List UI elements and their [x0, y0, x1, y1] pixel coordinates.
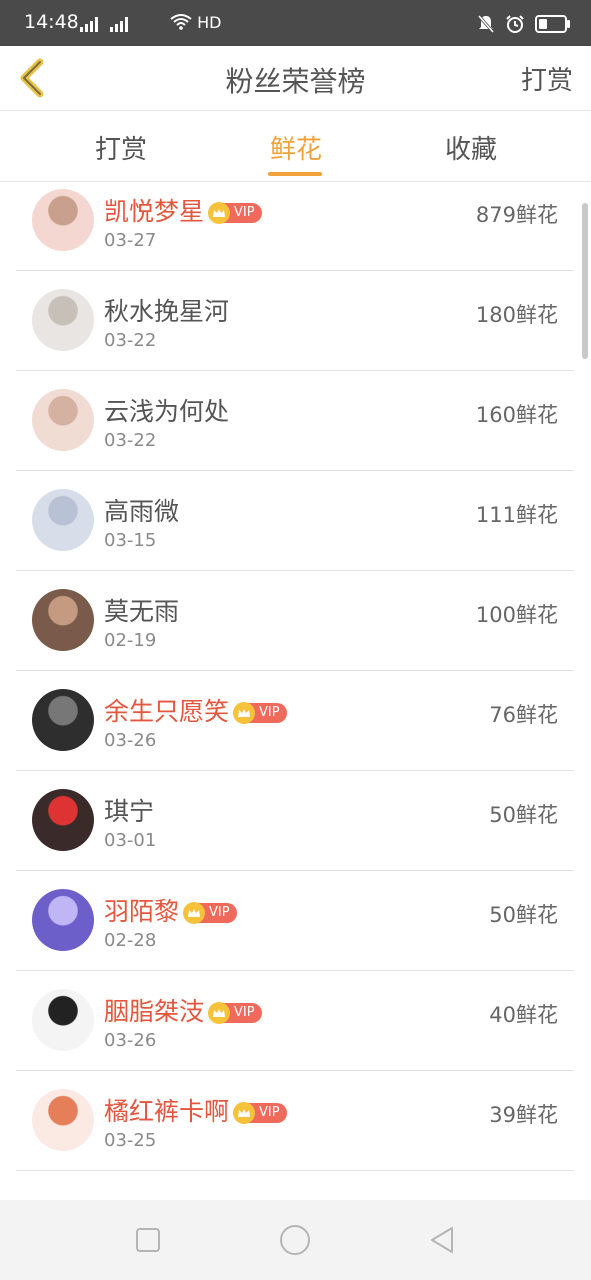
fan-date: 03-26	[104, 730, 157, 751]
fan-name-text: 秋水挽星河	[104, 297, 230, 326]
avatar[interactable]	[32, 389, 94, 451]
status-bar: 14:48 HD	[0, 0, 591, 46]
active-tab-indicator	[268, 172, 322, 176]
alarm-icon	[506, 15, 524, 33]
list-item[interactable]: 琪宁 03-01 50鲜花	[16, 770, 574, 871]
avatar[interactable]	[32, 989, 94, 1051]
fan-name: 琪宁	[104, 792, 154, 828]
fan-date: 03-01	[104, 830, 157, 851]
status-right-icons	[477, 14, 570, 34]
avatar[interactable]	[32, 589, 94, 651]
crown-icon	[208, 1002, 231, 1024]
fan-name: 胭脂桀汥 VIP	[104, 992, 262, 1028]
navigation-bar	[0, 1200, 591, 1280]
tab-favorites[interactable]: 收藏	[445, 129, 497, 166]
flower-count: 40鲜花	[489, 1003, 558, 1027]
fan-date: 02-19	[104, 630, 157, 651]
vip-badge: VIP	[208, 1002, 262, 1024]
list-item[interactable]: 秋水挽星河 03-22 180鲜花	[16, 270, 574, 371]
fan-date: 03-22	[104, 430, 157, 451]
list-item[interactable]: 余生只愿笑 VIP 03-26 76鲜花	[16, 670, 574, 771]
signal-icon	[80, 16, 98, 32]
flower-count: 160鲜花	[475, 403, 558, 427]
avatar[interactable]	[32, 189, 94, 251]
signal-icons	[80, 16, 128, 32]
flower-count: 180鲜花	[475, 303, 558, 327]
wifi-icon	[170, 14, 192, 30]
back-nav-button[interactable]	[424, 1222, 460, 1258]
fan-date: 03-15	[104, 530, 157, 551]
fan-date: 02-28	[104, 930, 157, 951]
square-icon	[136, 1228, 160, 1252]
fan-name-text: 橘红裤卡啊	[104, 1097, 230, 1126]
flower-count: 76鲜花	[489, 703, 558, 727]
list-item[interactable]: 胭脂桀汥 VIP 03-26 40鲜花	[16, 970, 574, 1071]
home-button[interactable]	[277, 1222, 313, 1258]
scrollbar[interactable]	[582, 203, 588, 359]
list-item[interactable]: 羽陌黎 VIP 02-28 50鲜花	[16, 870, 574, 971]
fan-name: 余生只愿笑 VIP	[104, 692, 287, 728]
signal-icon	[110, 16, 128, 32]
vip-badge: VIP	[233, 1102, 287, 1124]
avatar[interactable]	[32, 289, 94, 351]
flower-count: 111鲜花	[475, 503, 558, 527]
flower-count: 879鲜花	[475, 203, 558, 227]
fan-name-text: 胭脂桀汥	[104, 997, 205, 1026]
fan-name-text: 云浅为何处	[104, 397, 230, 426]
fan-date: 03-27	[104, 230, 157, 251]
vip-badge: VIP	[183, 902, 237, 924]
fan-name: 云浅为何处	[104, 392, 229, 428]
tab-flowers[interactable]: 鲜花	[270, 129, 322, 166]
list-item[interactable]: 云浅为何处 03-22 160鲜花	[16, 370, 574, 471]
bell-muted-icon	[477, 15, 495, 33]
reward-button[interactable]: 打赏	[521, 60, 573, 97]
fan-date: 03-22	[104, 330, 157, 351]
avatar[interactable]	[32, 889, 94, 951]
fan-name: 凯悦梦星 VIP	[104, 192, 262, 228]
vip-badge: VIP	[233, 702, 287, 724]
fan-name-text: 高雨微	[104, 497, 180, 526]
fan-name: 羽陌黎 VIP	[104, 892, 237, 928]
fan-name-text: 羽陌黎	[104, 897, 180, 926]
recents-button[interactable]	[130, 1222, 166, 1258]
avatar[interactable]	[32, 789, 94, 851]
wifi-hd-indicator: HD	[170, 13, 221, 32]
crown-icon	[233, 1102, 256, 1124]
fan-name: 高雨微	[104, 492, 179, 528]
fan-name-text: 琪宁	[104, 797, 155, 826]
list-item[interactable]: 橘红裤卡啊 VIP 03-25 39鲜花	[16, 1070, 574, 1171]
flower-count: 100鲜花	[475, 603, 558, 627]
triangle-back-icon	[431, 1227, 453, 1253]
fan-name-text: 莫无雨	[104, 597, 180, 626]
vip-badge: VIP	[208, 202, 262, 224]
fan-name: 橘红裤卡啊 VIP	[104, 1092, 287, 1128]
top-bar: 粉丝荣誉榜 打赏	[0, 46, 591, 111]
fan-name-text: 余生只愿笑	[104, 697, 230, 726]
battery-icon	[535, 15, 570, 33]
tab-reward[interactable]: 打赏	[95, 129, 147, 166]
list-item[interactable]: 莫无雨 02-19 100鲜花	[16, 570, 574, 671]
list-item[interactable]: 高雨微 03-15 111鲜花	[16, 470, 574, 571]
crown-icon	[233, 702, 256, 724]
flower-count: 50鲜花	[489, 803, 558, 827]
fan-date: 03-26	[104, 1030, 157, 1051]
avatar[interactable]	[32, 489, 94, 551]
flower-count: 39鲜花	[489, 1103, 558, 1127]
crown-icon	[183, 902, 206, 924]
fan-name-text: 凯悦梦星	[104, 197, 205, 226]
circle-icon	[280, 1225, 310, 1255]
fan-name: 莫无雨	[104, 592, 179, 628]
flower-count: 50鲜花	[489, 903, 558, 927]
list-item[interactable]: 凯悦梦星 VIP 03-27 879鲜花	[16, 182, 574, 271]
fan-name: 秋水挽星河	[104, 292, 229, 328]
hd-label: HD	[197, 13, 222, 32]
avatar[interactable]	[32, 1089, 94, 1151]
fan-ranking-list: 凯悦梦星 VIP 03-27 879鲜花 秋水挽星河 03-22 180鲜花 云浅为何处 03-…	[0, 182, 591, 1200]
avatar[interactable]	[32, 689, 94, 751]
status-time: 14:48	[24, 11, 79, 33]
crown-icon	[208, 202, 231, 224]
page-title: 粉丝荣誉榜	[225, 65, 366, 98]
fan-date: 03-25	[104, 1130, 157, 1151]
